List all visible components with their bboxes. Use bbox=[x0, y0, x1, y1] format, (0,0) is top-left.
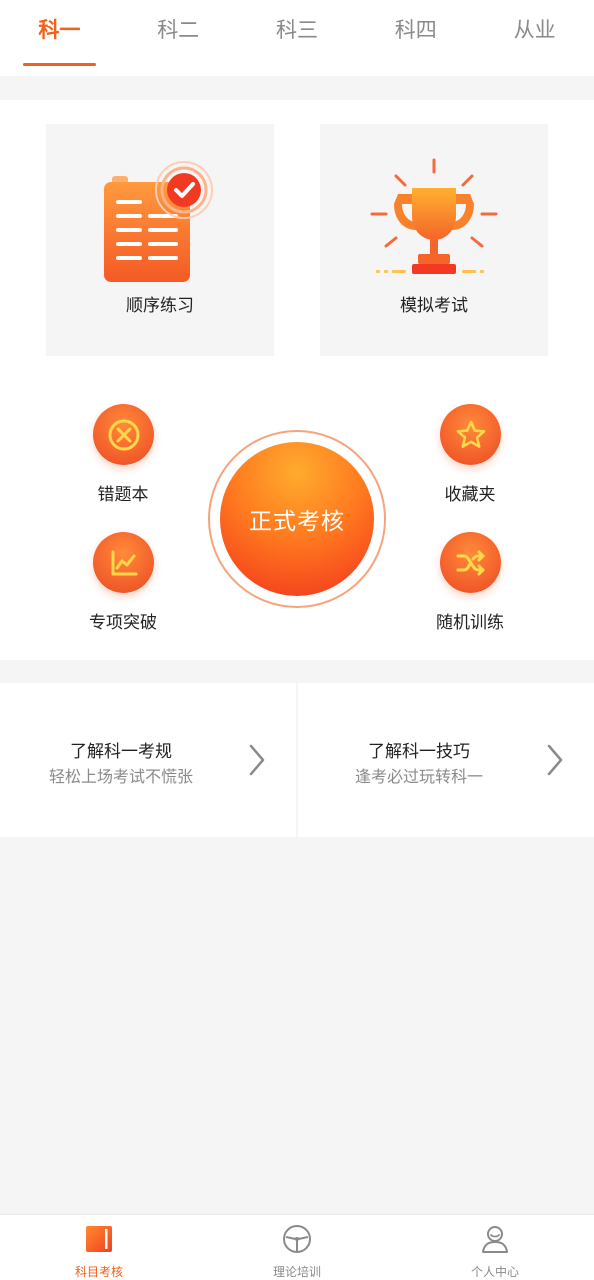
subject-tabs: 科一 科二 科三 科四 从业 bbox=[0, 0, 594, 76]
mock-exam-card[interactable]: 模拟考试 bbox=[320, 124, 548, 356]
sequential-practice-label: 顺序练习 bbox=[126, 296, 194, 316]
favorites-button[interactable]: 收藏夹 bbox=[410, 404, 530, 514]
book-icon bbox=[86, 1226, 112, 1252]
app-root: 科一 科二 科三 科四 从业 顺序练习 模拟考试 错题本 收藏夹 专项突破 随机… bbox=[0, 0, 594, 1280]
tab-ke3[interactable]: 科三 bbox=[238, 0, 357, 76]
wrong-questions-label: 错题本 bbox=[97, 485, 149, 505]
exam-rules-title: 了解科一考规 bbox=[70, 742, 172, 762]
trophy-icon bbox=[370, 158, 498, 274]
star-icon bbox=[456, 420, 485, 448]
nav-theory-training[interactable]: 理论培训 bbox=[198, 1215, 396, 1280]
mock-exam-label: 模拟考试 bbox=[400, 296, 468, 316]
tab-ke1[interactable]: 科一 bbox=[0, 0, 119, 76]
random-training-label: 随机训练 bbox=[436, 613, 504, 633]
formal-exam-core: 正式考核 bbox=[220, 442, 374, 596]
tab-ke4[interactable]: 科四 bbox=[356, 0, 475, 76]
user-icon bbox=[482, 1226, 508, 1253]
special-breakthrough-label: 专项突破 bbox=[89, 613, 157, 633]
info-row: 了解科一考规 轻松上场考试不慌张 了解科一技巧 逢考必过玩转科一 bbox=[0, 683, 594, 837]
special-breakthrough-button[interactable]: 专项突破 bbox=[63, 532, 183, 642]
bottom-nav: 科目考核 理论培训 个人中心 bbox=[0, 1214, 594, 1280]
nav-theory-training-label: 理论培训 bbox=[272, 1265, 321, 1279]
wrong-questions-button[interactable]: 错题本 bbox=[63, 404, 183, 514]
formal-exam-label: 正式考核 bbox=[249, 509, 345, 535]
tab-ke2[interactable]: 科二 bbox=[119, 0, 238, 76]
exam-rules-card[interactable]: 了解科一考规 轻松上场考试不慌张 bbox=[0, 683, 296, 837]
nav-personal-center[interactable]: 个人中心 bbox=[396, 1215, 594, 1280]
nav-personal-center-label: 个人中心 bbox=[470, 1265, 519, 1279]
exam-tips-title: 了解科一技巧 bbox=[368, 742, 470, 762]
random-training-button[interactable]: 随机训练 bbox=[410, 532, 530, 642]
formal-exam-button[interactable]: 正式考核 bbox=[208, 430, 386, 608]
checklist-document-icon bbox=[104, 161, 213, 282]
favorites-circle bbox=[440, 404, 501, 465]
shuffle-icon bbox=[456, 550, 484, 575]
nav-subject-exam-label: 科目考核 bbox=[74, 1265, 123, 1279]
practice-panel: 顺序练习 模拟考试 错题本 收藏夹 专项突破 随机训练 正式考核 bbox=[0, 100, 594, 660]
x-circle-icon bbox=[108, 419, 139, 450]
line-chart-icon bbox=[111, 550, 137, 575]
tab-professional[interactable]: 从业 bbox=[475, 0, 594, 76]
random-training-circle bbox=[440, 532, 501, 593]
favorites-label: 收藏夹 bbox=[444, 485, 496, 505]
sequential-practice-card[interactable]: 顺序练习 bbox=[46, 124, 274, 356]
wrong-questions-circle bbox=[93, 404, 154, 465]
nav-subject-exam[interactable]: 科目考核 bbox=[0, 1215, 198, 1280]
exam-tips-subtitle: 逢考必过玩转科一 bbox=[354, 767, 483, 786]
exam-tips-card[interactable]: 了解科一技巧 逢考必过玩转科一 bbox=[298, 683, 594, 837]
chevron-right-icon bbox=[547, 744, 563, 776]
exam-rules-subtitle: 轻松上场考试不慌张 bbox=[48, 767, 193, 786]
chevron-right-icon bbox=[249, 744, 265, 776]
special-breakthrough-circle bbox=[93, 532, 154, 593]
steering-wheel-icon bbox=[283, 1225, 311, 1253]
